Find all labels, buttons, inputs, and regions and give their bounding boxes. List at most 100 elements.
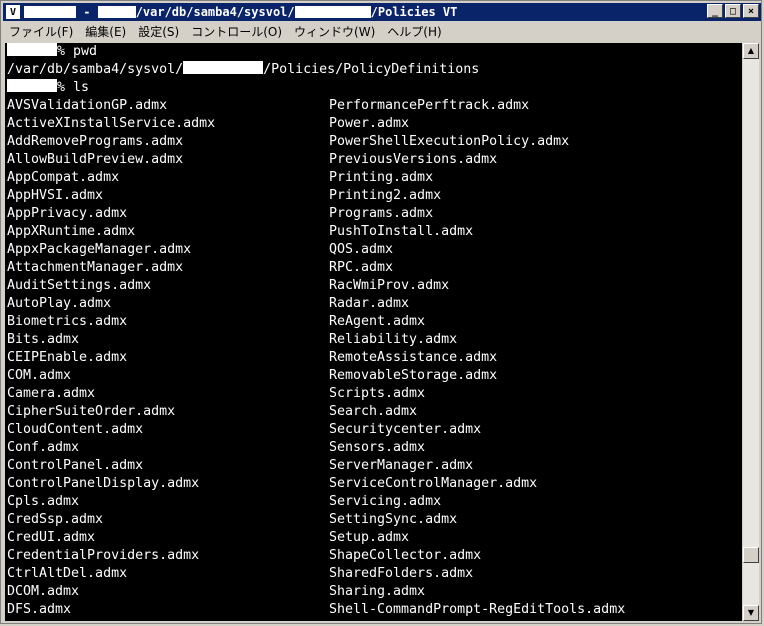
- title-bar[interactable]: V - /var/db/samba4/sysvol/ /Policies VT …: [3, 3, 761, 21]
- menu-help[interactable]: ヘルプ(H): [381, 23, 447, 40]
- file-name: CredUI.admx: [7, 530, 96, 545]
- file-name: Search.admx: [329, 404, 418, 419]
- redacted-block: [294, 6, 371, 18]
- title-suffix: /Policies VT: [370, 5, 458, 19]
- file-row: AttachmentManager.admx RPC.admx: [7, 259, 393, 277]
- close-button[interactable]: ×: [743, 4, 759, 18]
- file-name: AppHVSI.admx: [7, 188, 104, 203]
- redacted-block: [7, 79, 57, 92]
- app-icon[interactable]: V: [6, 5, 20, 19]
- scroll-up-icon[interactable]: ▲: [743, 43, 759, 59]
- file-name: ReAgent.admx: [329, 314, 426, 329]
- path-suffix: /Policies/PolicyDefinitions: [263, 62, 480, 77]
- minimize-button[interactable]: _: [707, 4, 723, 18]
- file-name: AttachmentManager.admx: [7, 260, 184, 275]
- file-row: DFS.admx Shell-CommandPrompt-RegEditTools…: [7, 601, 625, 619]
- file-name: Camera.admx: [7, 386, 96, 401]
- vertical-scrollbar[interactable]: ▲ ▼: [743, 43, 759, 621]
- menu-control[interactable]: コントロール(O): [185, 23, 288, 40]
- window-title: - /var/db/samba4/sysvol/ /Policies VT: [24, 5, 457, 19]
- file-name: SharedFolders.admx: [329, 566, 474, 581]
- file-row: CloudContent.admx Securitycenter.admx: [7, 421, 481, 439]
- file-name: Biometrics.admx: [7, 314, 128, 329]
- file-name: AllowBuildPreview.admx: [7, 152, 184, 167]
- file-name: PushToInstall.admx: [329, 224, 474, 239]
- file-name: AppXRuntime.admx: [7, 224, 136, 239]
- file-name: AuditSettings.admx: [7, 278, 152, 293]
- file-name: Scripts.admx: [329, 386, 426, 401]
- file-row: AppXRuntime.admx PushToInstall.admx: [7, 223, 473, 241]
- file-name: CloudContent.admx: [7, 422, 144, 437]
- file-name: Shell-CommandPrompt-RegEditTools.admx: [329, 602, 626, 617]
- file-name: CipherSuiteOrder.admx: [7, 404, 176, 419]
- file-name: Servicing.admx: [329, 494, 442, 509]
- file-row: AddRemovePrograms.admx PowerShellExecutio…: [7, 133, 569, 151]
- file-name: Programs.admx: [329, 206, 434, 221]
- file-name: ControlPanelDisplay.admx: [7, 476, 200, 491]
- file-row: AVSValidationGP.admx PerformancePerftrack…: [7, 97, 529, 115]
- file-row: AppPrivacy.admx Programs.admx: [7, 205, 433, 223]
- terminal-line-ls: % ls: [7, 79, 89, 97]
- file-name: RPC.admx: [329, 260, 394, 275]
- file-name: AutoPlay.admx: [7, 296, 112, 311]
- terminal-line-path: /var/db/samba4/sysvol/ /Policies/PolicyDe…: [7, 61, 479, 79]
- redacted-block: [24, 6, 76, 18]
- file-name: PreviousVersions.admx: [329, 152, 498, 167]
- file-name: AVSValidationGP.admx: [7, 98, 168, 113]
- file-name: RemovableStorage.admx: [329, 368, 498, 383]
- file-row: Bits.admx Reliability.admx: [7, 331, 457, 349]
- title-dash: -: [76, 5, 98, 19]
- file-name: CEIPEnable.admx: [7, 350, 128, 365]
- file-name: Printing.admx: [329, 170, 434, 185]
- file-row: ControlPanel.admx ServerManager.admx: [7, 457, 473, 475]
- file-name: PowerShellExecutionPolicy.admx: [329, 134, 570, 149]
- redacted-block: [183, 61, 264, 74]
- path-prefix: /var/db/samba4/sysvol/: [7, 62, 184, 77]
- file-name: AppxPackageManager.admx: [7, 242, 192, 257]
- file-name: Cpls.admx: [7, 494, 80, 509]
- file-name: Radar.admx: [329, 296, 410, 311]
- file-name: Printing2.admx: [329, 188, 442, 203]
- file-name: Reliability.admx: [329, 332, 458, 347]
- menu-file[interactable]: ファイル(F): [3, 23, 79, 40]
- scroll-thumb[interactable]: [743, 547, 759, 563]
- menu-settings[interactable]: 設定(S): [132, 23, 185, 40]
- file-row: CredUI.admx Setup.admx: [7, 529, 409, 547]
- maximize-button[interactable]: □: [725, 4, 741, 18]
- file-name: PerformancePerftrack.admx: [329, 98, 530, 113]
- menu-bar: ファイル(F) 編集(E) 設定(S) コントロール(O) ウィンドウ(W) ヘ…: [3, 22, 761, 41]
- file-name: AppCompat.admx: [7, 170, 120, 185]
- file-name: ActiveXInstallService.admx: [7, 116, 216, 131]
- file-name: Bits.admx: [7, 332, 80, 347]
- redacted-block: [97, 6, 136, 18]
- file-name: CtrlAltDel.admx: [7, 566, 128, 581]
- scroll-down-icon[interactable]: ▼: [743, 605, 759, 621]
- file-name: CredSsp.admx: [7, 512, 104, 527]
- file-row: CredSsp.admx SettingSync.admx: [7, 511, 457, 529]
- file-name: Power.admx: [329, 116, 410, 131]
- file-row: Camera.admx Scripts.admx: [7, 385, 425, 403]
- title-prefix: /var/db/samba4/sysvol/: [135, 5, 295, 19]
- file-name: Sensors.admx: [329, 440, 426, 455]
- file-name: Securitycenter.admx: [329, 422, 482, 437]
- file-name: RacWmiProv.admx: [329, 278, 450, 293]
- file-name: ShapeCollector.admx: [329, 548, 482, 563]
- file-name: DCOM.admx: [7, 584, 80, 599]
- file-name: DFS.admx: [7, 602, 72, 617]
- terminal-output[interactable]: % pwd /var/db/samba4/sysvol/ /Policies/Po…: [5, 43, 742, 621]
- file-name: COM.admx: [7, 368, 72, 383]
- file-name: CredentialProviders.admx: [7, 548, 200, 563]
- file-name: ServerManager.admx: [329, 458, 474, 473]
- file-row: AuditSettings.admx RacWmiProv.admx: [7, 277, 449, 295]
- file-name: Setup.admx: [329, 530, 410, 545]
- terminal-window: V - /var/db/samba4/sysvol/ /Policies VT …: [0, 0, 762, 624]
- file-row: CEIPEnable.admx RemoteAssistance.admx: [7, 349, 497, 367]
- file-name: ServiceControlManager.admx: [329, 476, 538, 491]
- pwd-command: % pwd: [57, 44, 98, 59]
- menu-window[interactable]: ウィンドウ(W): [288, 23, 381, 40]
- file-row: AutoPlay.admx Radar.admx: [7, 295, 409, 313]
- file-name: Sharing.admx: [329, 584, 426, 599]
- menu-edit[interactable]: 編集(E): [79, 23, 132, 40]
- file-name: ControlPanel.admx: [7, 458, 144, 473]
- file-name: AddRemovePrograms.admx: [7, 134, 184, 149]
